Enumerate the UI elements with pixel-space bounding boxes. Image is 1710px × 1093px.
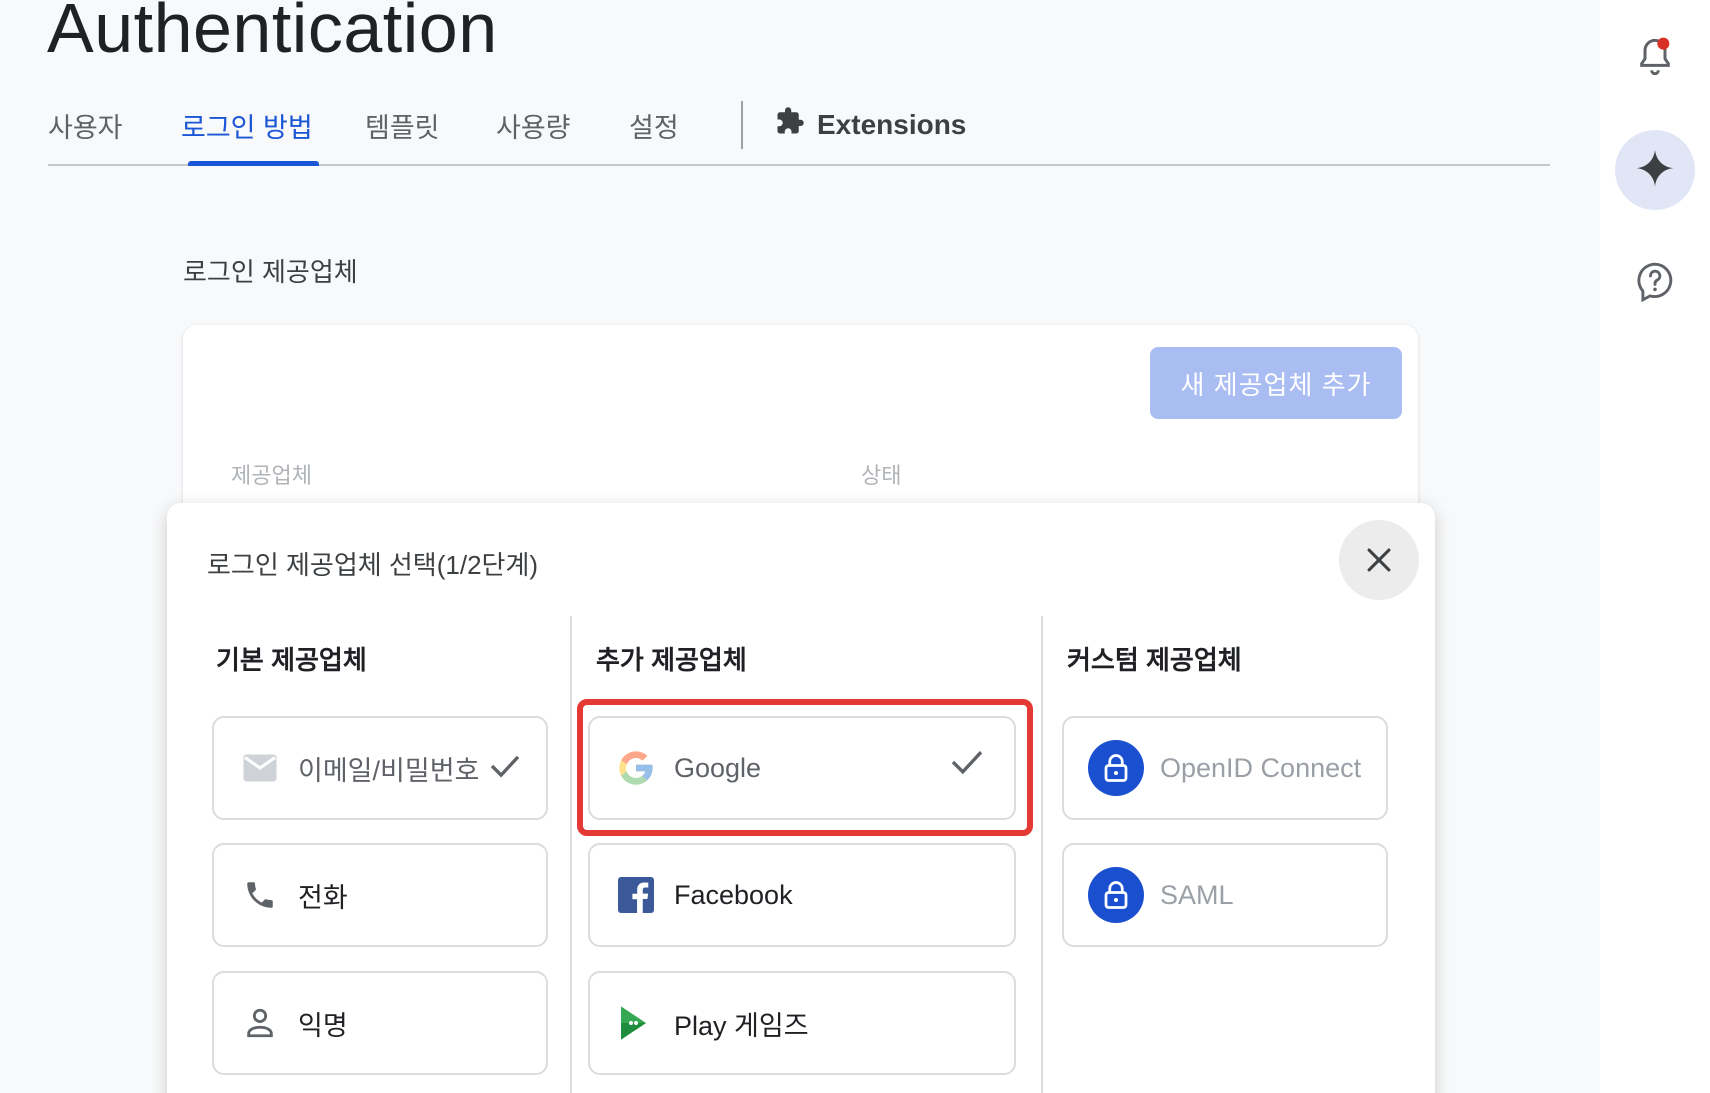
provider-option-anonymous[interactable]: 익명 <box>212 971 548 1075</box>
lock-icon <box>1088 740 1144 796</box>
add-new-provider-button[interactable]: 새 제공업체 추가 <box>1150 347 1402 419</box>
providers-section-title: 로그인 제공업체 <box>183 257 358 287</box>
tab-bar: 사용자 로그인 방법 템플릿 사용량 설정 Extensions <box>48 96 1550 166</box>
close-icon <box>1367 548 1391 572</box>
dialog-close-button[interactable] <box>1339 520 1419 600</box>
help-button[interactable] <box>1615 242 1695 322</box>
gemini-sparkle-icon <box>1636 149 1674 187</box>
provider-option-play-games[interactable]: Play 게임즈 <box>588 971 1016 1075</box>
provider-option-saml[interactable]: SAML <box>1062 843 1388 947</box>
provider-label: 익명 <box>298 1010 348 1041</box>
provider-label: Play 게임즈 <box>674 1010 809 1041</box>
help-icon <box>1637 262 1673 303</box>
provider-option-google[interactable]: Google <box>588 716 1016 820</box>
tab-templates[interactable]: 템플릿 <box>365 106 440 145</box>
facebook-icon <box>616 875 656 915</box>
lock-icon <box>1088 867 1144 923</box>
provider-option-email-password[interactable]: 이메일/비밀번호 <box>212 716 548 820</box>
notification-bell-icon <box>1640 37 1670 76</box>
person-icon <box>240 1003 280 1043</box>
tab-extensions[interactable]: Extensions <box>775 106 966 143</box>
column-header-status: 상태 <box>861 463 902 488</box>
google-icon <box>616 748 656 788</box>
tab-settings[interactable]: 설정 <box>629 106 679 145</box>
gemini-button[interactable] <box>1615 130 1695 210</box>
provider-label: 전화 <box>298 882 348 913</box>
provider-option-facebook[interactable]: Facebook <box>588 843 1016 947</box>
tab-usage[interactable]: 사용량 <box>496 106 571 145</box>
dialog-title: 로그인 제공업체 선택(1/2단계) <box>207 550 539 580</box>
provider-label: 이메일/비밀번호 <box>298 755 480 786</box>
provider-label: Google <box>674 752 762 783</box>
provider-label: OpenID Connect <box>1160 752 1362 783</box>
notifications-button[interactable] <box>1615 17 1695 97</box>
phone-icon <box>240 875 280 915</box>
tab-divider <box>741 101 743 149</box>
page-title: Authentication <box>47 0 498 67</box>
mail-icon <box>240 748 280 788</box>
tab-sign-in-method[interactable]: 로그인 방법 <box>181 106 313 145</box>
check-icon <box>950 748 984 781</box>
additional-providers-heading: 추가 제공업체 <box>596 645 747 675</box>
native-providers-heading: 기본 제공업체 <box>216 645 367 675</box>
custom-providers-heading: 커스텀 제공업체 <box>1067 645 1242 675</box>
provider-label: Facebook <box>674 879 793 910</box>
select-provider-dialog: 로그인 제공업체 선택(1/2단계) 기본 제공업체 추가 제공업체 커스텀 제… <box>167 503 1435 1093</box>
column-divider <box>1041 616 1043 1093</box>
check-icon <box>489 753 521 784</box>
provider-option-phone[interactable]: 전화 <box>212 843 548 947</box>
puzzle-icon <box>775 106 805 143</box>
active-tab-indicator <box>188 161 319 166</box>
provider-option-openid-connect[interactable]: OpenID Connect <box>1062 716 1388 820</box>
tab-users[interactable]: 사용자 <box>48 106 123 145</box>
tab-extensions-label: Extensions <box>817 108 967 140</box>
play-games-icon <box>616 1003 656 1043</box>
column-header-provider: 제공업체 <box>231 463 312 488</box>
column-divider <box>570 616 572 1093</box>
main-content: Authentication 사용자 로그인 방법 템플릿 사용량 설정 Ext… <box>0 0 1600 1093</box>
provider-label: SAML <box>1160 879 1234 910</box>
